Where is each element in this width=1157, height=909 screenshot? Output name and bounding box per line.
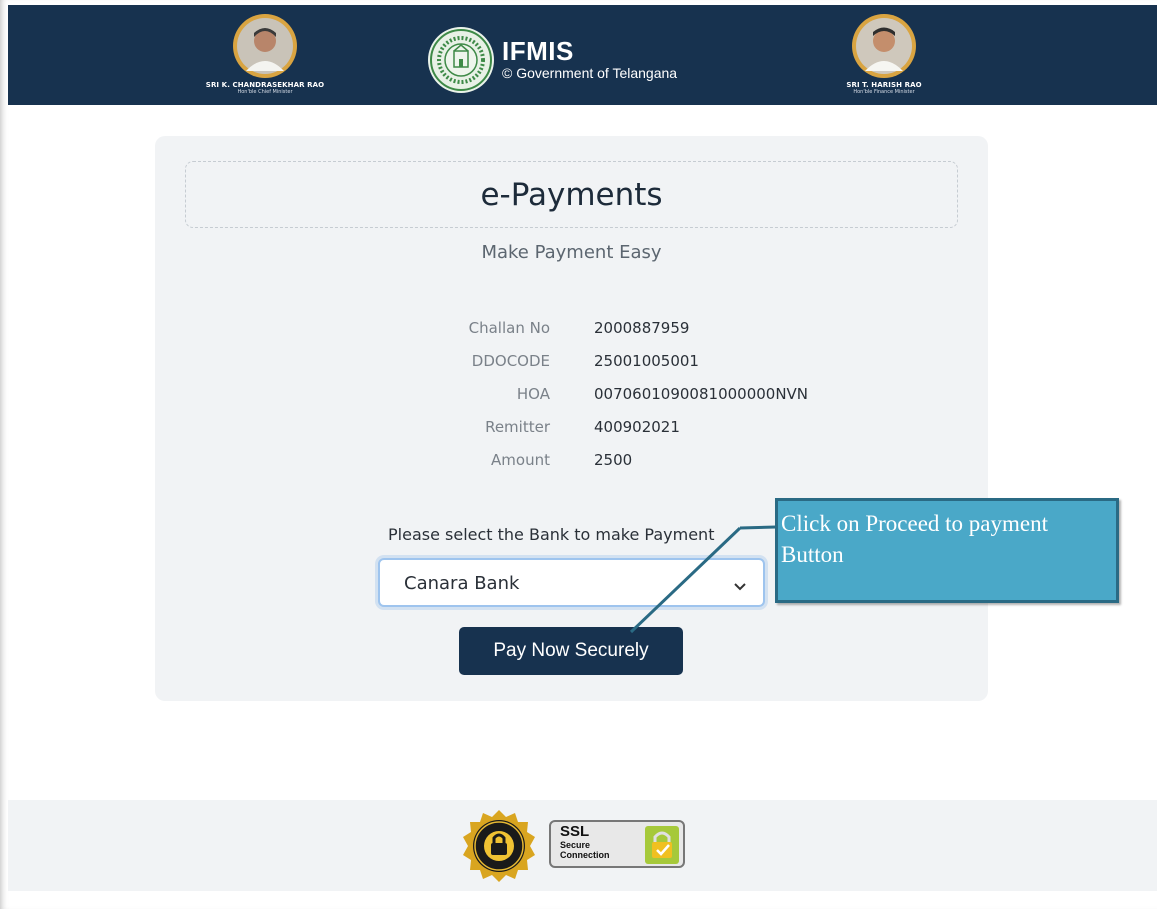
detail-label: Challan No (468, 319, 550, 337)
finance-minister-name: SRI T. HARISH RAO (846, 81, 922, 89)
page-title: e-Payments (480, 176, 663, 213)
telangana-emblem-icon (428, 27, 494, 93)
ssl-title: SSL (560, 823, 590, 840)
chief-minister-name: SRI K. CHANDRASEKHAR RAO (205, 81, 325, 89)
ssl-subtitle: Secure Connection (560, 840, 610, 860)
title-box: e-Payments (185, 161, 958, 228)
ifmis-brand: IFMIS © Government of Telangana (428, 27, 677, 93)
detail-label: Amount (491, 451, 550, 469)
detail-label: Remitter (485, 418, 550, 436)
detail-label: HOA (516, 385, 550, 403)
finance-minister-role: Hon'ble Finance Minister (853, 89, 915, 95)
chief-minister-role: Hon'ble Chief Minister (237, 89, 293, 95)
detail-value: 2500 (594, 451, 633, 469)
brand-title: IFMIS (502, 36, 574, 66)
callout-text: Click on Proceed to payment Button (781, 511, 1048, 567)
pay-now-button[interactable]: Pay Now Securely (459, 627, 683, 675)
brand-subtitle: © Government of Telangana (502, 65, 678, 81)
padlock-icon (645, 826, 679, 864)
detail-row: Challan No 2000887959 (155, 319, 988, 341)
detail-label: DDOCODE (471, 352, 550, 370)
detail-value: 2000887959 (594, 319, 690, 337)
instruction-callout: Click on Proceed to payment Button (775, 498, 1119, 603)
chief-minister-photo (233, 14, 297, 78)
finance-minister-block: SRI T. HARISH RAO Hon'ble Finance Minist… (784, 14, 984, 95)
security-footer: SSL Secure Connection (8, 800, 1157, 891)
detail-value: 400902021 (594, 418, 680, 436)
chief-minister-block: SRI K. CHANDRASEKHAR RAO Hon'ble Chief M… (165, 14, 365, 95)
detail-row: DDOCODE 25001005001 (155, 352, 988, 374)
secure-seal-icon (456, 810, 542, 886)
detail-value: 25001005001 (594, 352, 699, 370)
detail-row: Amount 2500 (155, 451, 988, 473)
page-subtitle: Make Payment Easy (481, 242, 662, 263)
site-header: SRI K. CHANDRASEKHAR RAO Hon'ble Chief M… (8, 5, 1157, 105)
finance-minister-photo (852, 14, 916, 78)
payment-card: e-Payments Make Payment Easy Challan No … (155, 136, 988, 701)
bank-select-label: Please select the Bank to make Payment (388, 525, 715, 544)
detail-row: Remitter 400902021 (155, 418, 988, 440)
detail-row: HOA 0070601090081000000NVN (155, 385, 988, 407)
bank-select[interactable]: Canara Bank (378, 558, 765, 607)
detail-value: 0070601090081000000NVN (594, 385, 809, 403)
ssl-badge: SSL Secure Connection (549, 820, 685, 868)
chevron-down-icon (733, 577, 747, 596)
bank-select-value: Canara Bank (404, 573, 520, 594)
